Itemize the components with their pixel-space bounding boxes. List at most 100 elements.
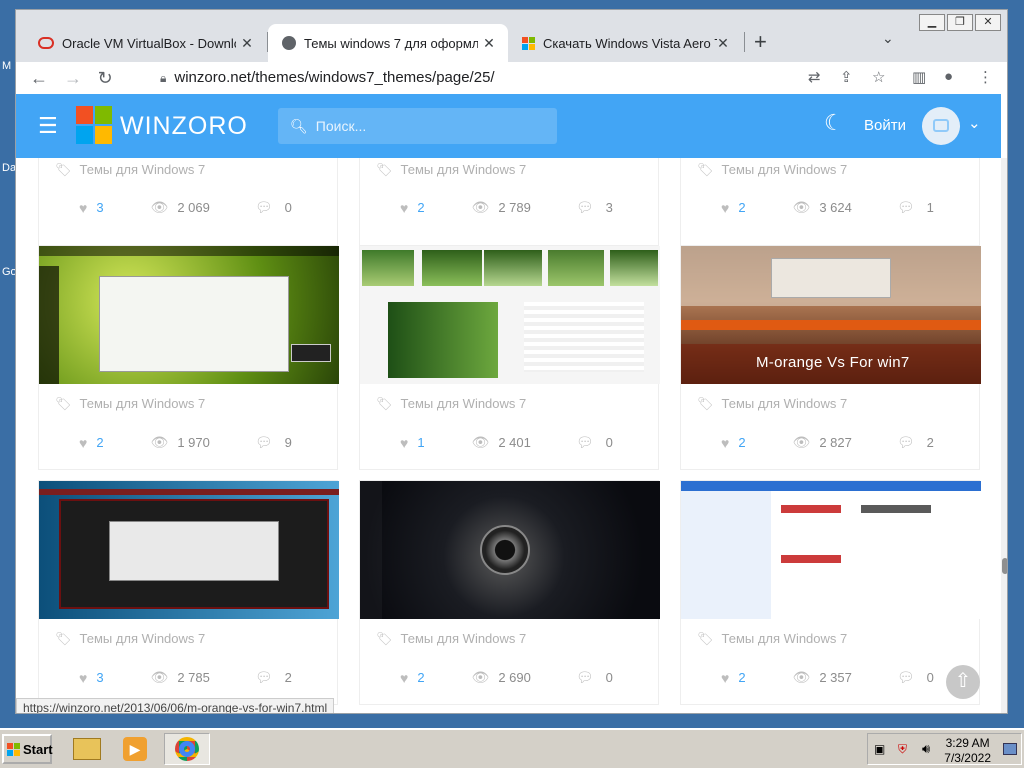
views-count: 2 827	[819, 435, 852, 450]
close-icon[interactable]: ✕	[714, 34, 732, 52]
url-text: winzoro.net/themes/windows7_themes/page/…	[174, 69, 495, 86]
media-player-icon[interactable]: ▶	[116, 733, 154, 765]
login-link[interactable]: Войти	[864, 117, 906, 134]
theme-card[interactable]: M-orange Vs For win7 🏷︎ Темы для Windows …	[680, 245, 981, 470]
card-stats: ♥ 2 👁︎ 2 690 💬︎ 0	[400, 669, 613, 686]
card-category[interactable]: 🏷︎ Темы для Windows 7	[697, 631, 847, 647]
sidepanel-icon[interactable]: ▥	[912, 68, 926, 86]
card-category[interactable]: 🏷︎ Темы для Windows 7	[55, 631, 205, 647]
tab-title: Скачать Windows Vista Aero Темы	[543, 35, 717, 51]
card-category[interactable]: 🏷︎ Темы для Windows 7	[55, 162, 205, 178]
comments-count: 0	[605, 435, 613, 450]
start-button[interactable]: Start	[2, 734, 53, 764]
new-tab-button[interactable]: +	[754, 30, 767, 54]
views-count: 2 789	[498, 200, 531, 215]
comments-icon: 💬︎	[575, 199, 594, 215]
heart-icon[interactable]: ♥	[79, 435, 87, 451]
tab-winzoro[interactable]: Темы windows 7 для оформления ✕	[268, 24, 508, 62]
theme-preview-image[interactable]	[39, 481, 339, 619]
page-scrollbar[interactable]	[1001, 158, 1007, 713]
chrome-icon	[175, 737, 199, 761]
tab-virtualbox[interactable]: Oracle VM VirtualBox - Downloads ✕	[24, 24, 266, 62]
tag-icon: 🏷︎	[55, 162, 72, 177]
volume-icon[interactable]: 🔊︎	[922, 741, 930, 757]
security-alert-icon[interactable]: ⛨	[898, 742, 907, 757]
show-desktop-icon[interactable]	[1003, 743, 1017, 755]
profile-icon[interactable]: ●	[944, 68, 953, 85]
scroll-to-top-button[interactable]: ⇧	[946, 665, 980, 699]
theme-card[interactable]: 🏷︎ Темы для Windows 7 ♥ 3 👁︎ 2 785 💬︎ 2	[38, 480, 339, 705]
theme-preview-image[interactable]: M-orange Vs For win7	[681, 246, 981, 384]
theme-card[interactable]: 🏷︎ Темы для Windows 7 ♥ 2 👁︎ 1 970 💬︎ 9	[38, 245, 339, 470]
theme-card[interactable]: 🏷︎ Темы для Windows 7 ♥ 1 👁︎ 2 401 💬︎ 0	[359, 245, 660, 470]
tab-search-icon[interactable]: ⌄	[882, 30, 894, 47]
card-category[interactable]: 🏷︎ Темы для Windows 7	[376, 396, 526, 412]
bookmark-star-icon[interactable]: ☆	[872, 68, 885, 86]
reload-icon[interactable]: ↻	[94, 68, 116, 88]
share-icon[interactable]: ⇪	[840, 68, 853, 86]
comments-count: 1	[926, 200, 934, 215]
heart-icon[interactable]: ♥	[721, 670, 729, 686]
heart-icon[interactable]: ♥	[79, 200, 87, 216]
card-category[interactable]: 🏷︎ Темы для Windows 7	[55, 396, 205, 412]
eye-icon: 👁︎	[792, 434, 811, 450]
close-icon[interactable]: ✕	[480, 34, 498, 52]
likes-count: 2	[417, 200, 425, 215]
heart-icon[interactable]: ♥	[79, 670, 87, 686]
comments-count: 3	[605, 200, 613, 215]
translate-icon[interactable]: ⇄	[808, 68, 821, 86]
eye-icon: 👁︎	[150, 669, 169, 685]
web-page: ☰ WINZORO 🔍︎ ☾ Войти ⌄ 🏷︎Темы для Window…	[16, 94, 1007, 713]
site-search[interactable]: 🔍︎	[278, 108, 557, 144]
back-icon[interactable]: ←	[28, 68, 50, 88]
heart-icon[interactable]: ♥	[721, 200, 729, 216]
theme-preview-image[interactable]	[681, 481, 981, 619]
minimize-button[interactable]: ▁	[919, 14, 945, 31]
theme-preview-image[interactable]	[360, 481, 660, 619]
card-category[interactable]: 🏷︎ Темы для Windows 7	[376, 631, 526, 647]
system-tray: ▣ ⛨ 🔊︎ 3:29 AM 7/3/2022	[867, 733, 1022, 765]
comments-count: 2	[284, 670, 292, 685]
card-overlay-title[interactable]: M-orange Vs For win7	[756, 354, 910, 371]
menu-icon[interactable]: ⋮	[978, 68, 993, 86]
card-category[interactable]: 🏷︎ Темы для Windows 7	[697, 162, 847, 178]
address-bar[interactable]: 🔒︎ winzoro.net/themes/windows7_themes/pag…	[160, 69, 495, 86]
theme-card[interactable]: 🏷︎ Темы для Windows 7 ♥ 2 👁︎ 2 789 💬︎ 3	[359, 152, 659, 252]
theme-card[interactable]: 🏷︎ Темы для Windows 7 ♥ 2 👁︎ 2 357 💬︎ 0	[680, 480, 981, 705]
forward-icon[interactable]: →	[62, 68, 84, 88]
search-input[interactable]	[315, 118, 536, 134]
card-category[interactable]: 🏷︎ Темы для Windows 7	[376, 162, 526, 178]
theme-card[interactable]: 🏷︎ Темы для Windows 7 ♥ 2 👁︎ 3 624 💬︎ 1	[680, 152, 980, 252]
browser-toolbar: ← → ↻ 🔒︎ winzoro.net/themes/windows7_them…	[16, 62, 1007, 94]
scrollbar-thumb[interactable]	[1002, 558, 1007, 574]
close-window-button[interactable]: ✕	[975, 14, 1001, 31]
heart-icon[interactable]: ♥	[721, 435, 729, 451]
tab-vista-aero[interactable]: Скачать Windows Vista Aero Темы ✕	[508, 24, 742, 62]
winzoro-logo[interactable]	[76, 106, 112, 144]
chrome-taskbar-button[interactable]	[164, 733, 210, 765]
card-category[interactable]: 🏷︎ Темы для Windows 7	[697, 396, 847, 412]
theme-preview-image[interactable]	[360, 246, 660, 384]
theme-card[interactable]: 🏷︎ Темы для Windows 7 ♥ 2 👁︎ 2 690 💬︎ 0	[359, 480, 660, 705]
site-brand[interactable]: WINZORO	[120, 112, 248, 141]
heart-icon[interactable]: ♥	[400, 435, 408, 451]
card-stats: ♥ 2 👁︎ 1 970 💬︎ 9	[79, 434, 292, 451]
file-explorer-icon[interactable]	[68, 733, 106, 765]
maximize-button[interactable]: ❐	[947, 14, 973, 31]
chevron-down-icon[interactable]: ⌄	[968, 114, 981, 132]
heart-icon[interactable]: ♥	[400, 670, 408, 686]
desktop-label-2: Da	[2, 162, 17, 174]
close-icon[interactable]: ✕	[238, 34, 256, 52]
card-stats: ♥ 2 👁︎ 2 827 💬︎ 2	[721, 434, 934, 451]
views-count: 1 970	[177, 435, 210, 450]
user-avatar[interactable]	[922, 107, 960, 145]
hamburger-menu-icon[interactable]: ☰	[38, 115, 58, 137]
clock[interactable]: 3:29 AM 7/3/2022	[944, 736, 991, 766]
views-count: 2 401	[498, 435, 531, 450]
theme-preview-image[interactable]	[39, 246, 339, 384]
comments-icon: 💬︎	[254, 434, 273, 450]
network-icon[interactable]: ▣	[874, 742, 885, 756]
heart-icon[interactable]: ♥	[400, 200, 408, 216]
theme-card[interactable]: 🏷︎ Темы для Windows 7 ♥ 3 👁︎ 2 069 💬︎ 0	[38, 152, 338, 252]
dark-mode-moon-icon[interactable]: ☾	[824, 110, 844, 136]
